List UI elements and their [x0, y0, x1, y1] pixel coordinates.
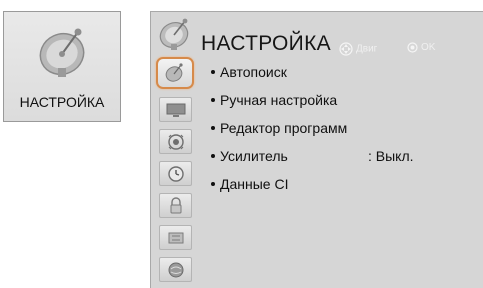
speaker-icon	[167, 133, 184, 150]
menu-item-auto-tuning[interactable]: Автопоиск	[211, 64, 287, 80]
sidebar-item-picture[interactable]	[159, 97, 192, 122]
menu-item-booster[interactable]: Усилитель	[211, 148, 288, 164]
lock-icon	[170, 196, 181, 213]
ok-button-icon	[407, 42, 418, 53]
booster-value: : Выкл.	[368, 148, 414, 164]
menu-item-ci-info[interactable]: Данные CI	[211, 176, 288, 192]
setup-panel: НАСТРОЙКА Двиг OK Автопоиск Ручная настр…	[150, 11, 483, 288]
sidebar-item-setup[interactable]	[156, 57, 194, 89]
clock-icon	[167, 165, 184, 182]
bullet	[211, 98, 215, 103]
sidebar-item-option[interactable]	[159, 257, 192, 282]
menu-item-label: Ручная настройка	[220, 92, 338, 108]
screen: НАСТРОЙКА НАСТРОЙКА Двиг OK Автопоиск Ру…	[0, 0, 483, 288]
satellite-dish-icon	[165, 63, 183, 82]
bullet	[211, 182, 215, 187]
menu-item-label: Усилитель	[220, 148, 288, 164]
bullet	[211, 126, 215, 131]
monitor-icon	[166, 103, 185, 117]
sidebar-item-audio[interactable]	[159, 129, 192, 154]
satellite-dish-icon	[39, 28, 85, 77]
setup-preview-tile[interactable]: НАСТРОЙКА	[3, 11, 121, 122]
sidebar-item-time[interactable]	[159, 161, 192, 186]
menu-item-program-edit[interactable]: Редактор программ	[211, 120, 347, 136]
menu-item-label: Редактор программ	[220, 120, 348, 136]
bullet	[211, 154, 215, 159]
hint-move: Двиг	[339, 42, 377, 56]
menu-item-label: Автопоиск	[220, 64, 287, 80]
hint-ok: OK	[407, 42, 435, 53]
navigation-arrows-icon	[339, 42, 353, 56]
page-title: НАСТРОЙКА	[201, 32, 331, 55]
hint-move-label: Двиг	[356, 43, 378, 55]
bullet	[211, 70, 215, 75]
input-connector-icon	[168, 232, 183, 243]
globe-icon	[168, 262, 183, 277]
menu-item-label: Данные CI	[220, 176, 289, 192]
hint-ok-label: OK	[421, 42, 436, 54]
sidebar-item-input[interactable]	[159, 225, 192, 250]
satellite-dish-icon	[159, 18, 189, 50]
tile-label: НАСТРОЙКА	[19, 94, 105, 110]
menu-item-manual-tuning[interactable]: Ручная настройка	[211, 92, 337, 108]
sidebar-item-lock[interactable]	[159, 193, 192, 218]
